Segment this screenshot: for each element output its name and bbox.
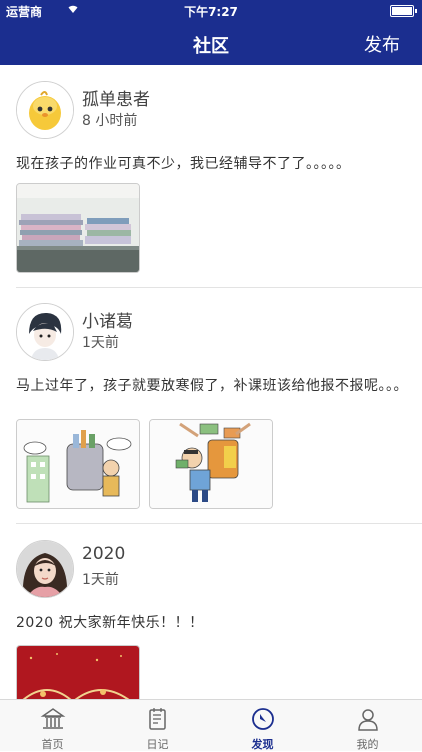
post-time: 8 小时前 [82, 113, 138, 129]
avatar[interactable] [16, 81, 74, 139]
tab-discover[interactable]: 发现 [210, 700, 315, 751]
post-item[interactable]: 2020 1天前 2020 祝大家新年快乐！！！ [0, 524, 422, 699]
post-image[interactable] [149, 419, 273, 509]
tab-profile[interactable]: 我的 [315, 700, 420, 751]
avatar[interactable] [16, 540, 74, 598]
battery-icon [390, 5, 417, 17]
publish-button[interactable]: 发布 [364, 31, 400, 57]
post-time: 1天前 [82, 335, 119, 351]
home-icon [40, 708, 66, 729]
nav-bar: 社区 发布 [0, 20, 422, 65]
post-time: 1天前 [82, 572, 119, 588]
post-feed[interactable]: 孤单患者 8 小时前 现在孩子的作业可真不少，我已经辅导不了了。。。。。 小诸葛… [0, 65, 422, 699]
post-item[interactable]: 小诸葛 1天前 马上过年了，孩子就要放寒假了，补课班该给他报不报呢。。。 [0, 288, 422, 524]
diary-icon [149, 708, 166, 730]
tab-bar: 首页 日记 发现 我的 [0, 699, 422, 751]
compass-icon [252, 708, 274, 730]
post-item[interactable]: 孤单患者 8 小时前 现在孩子的作业可真不少，我已经辅导不了了。。。。。 [0, 65, 422, 288]
post-image[interactable] [16, 645, 140, 699]
status-bar: 运营商 下午7:27 [0, 0, 422, 20]
post-text: 2020 祝大家新年快乐！！！ [16, 615, 204, 631]
page-title: 社区 [193, 36, 229, 57]
avatar[interactable] [16, 303, 74, 361]
post-text: 马上过年了，孩子就要放寒假了，补课班该给他报不报呢。。。 [16, 378, 408, 394]
post-username[interactable]: 2020 [82, 544, 125, 564]
post-text: 现在孩子的作业可真不少，我已经辅导不了了。。。。。 [16, 156, 351, 172]
post-image[interactable] [16, 419, 140, 509]
tab-home[interactable]: 首页 [0, 700, 105, 751]
profile-icon [358, 709, 378, 731]
post-username[interactable]: 孤单患者 [82, 85, 150, 110]
post-image[interactable] [16, 183, 140, 273]
tab-diary[interactable]: 日记 [105, 700, 210, 751]
status-time: 下午7:27 [184, 5, 238, 19]
post-username[interactable]: 小诸葛 [82, 307, 133, 332]
